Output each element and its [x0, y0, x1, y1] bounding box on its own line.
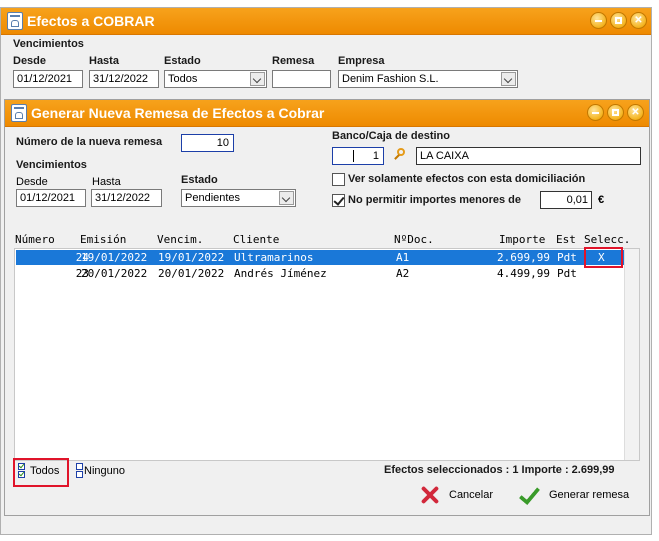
cell-est: Pdt — [557, 251, 577, 264]
efectos-table[interactable]: 24 19/01/2022 19/01/2022 Ultramarinos A1… — [14, 248, 640, 461]
cell-ndoc: A1 — [396, 251, 410, 264]
generar-remesa-titlebar[interactable]: Generar Nueva Remesa de Efectos a Cobrar… — [5, 100, 649, 127]
chevron-down-icon[interactable] — [250, 72, 265, 86]
numero-remesa-field[interactable]: 10 — [181, 134, 234, 152]
col-header-importe[interactable]: Importe — [499, 233, 545, 246]
back-estado-value: Todos — [168, 73, 198, 85]
no-permitir-value: 0,01 — [566, 194, 588, 206]
estado-select[interactable]: Pendientes — [181, 189, 296, 207]
currency-symbol: € — [598, 194, 605, 206]
vencimientos-label: Vencimientos — [16, 159, 87, 171]
cancel-icon[interactable] — [419, 484, 441, 506]
table-row[interactable]: 24 19/01/2022 19/01/2022 Ultramarinos A1… — [16, 250, 625, 265]
cell-cliente: Andrés Jíménez — [234, 267, 327, 280]
numero-remesa-label: Número de la nueva remesa — [16, 136, 163, 148]
col-header-emision[interactable]: Emisión — [80, 233, 126, 246]
maximize-icon[interactable] — [610, 12, 627, 29]
table-row[interactable]: 23 20/01/2022 20/01/2022 Andrés Jíménez … — [16, 266, 625, 281]
summary-text: Efectos seleccionados : 1 Importe : 2.69… — [384, 464, 615, 476]
selecc-highlight-box — [584, 247, 623, 268]
desde-label: Desde — [16, 176, 48, 188]
cell-cliente: Ultramarinos — [234, 251, 314, 264]
back-remesa-field[interactable] — [272, 70, 331, 88]
minimize-icon[interactable] — [590, 12, 607, 29]
close-icon[interactable]: ✕ — [630, 12, 647, 29]
back-estado-select[interactable]: Todos — [164, 70, 267, 88]
no-permitir-field[interactable]: 0,01 — [540, 191, 592, 209]
back-empresa-value: Denim Fashion S.L. — [342, 73, 439, 85]
estado-value: Pendientes — [185, 192, 241, 204]
back-remesa-label: Remesa — [272, 55, 315, 67]
table-scrollbar[interactable] — [624, 249, 639, 460]
generar-remesa-title: Generar Nueva Remesa de Efectos a Cobrar — [31, 105, 325, 121]
banco-code-field[interactable]: 1 — [332, 147, 384, 165]
no-permitir-checkbox[interactable] — [332, 194, 345, 207]
ninguno-button[interactable]: Ninguno — [84, 465, 125, 477]
calendar-app-icon — [11, 104, 27, 122]
banco-code-value: 1 — [372, 150, 379, 162]
back-hasta-label: Hasta — [89, 55, 119, 67]
col-header-ndoc[interactable]: NºDoc. — [394, 233, 434, 246]
search-icon[interactable] — [392, 147, 408, 163]
cell-emision: 19/01/2022 — [81, 251, 148, 264]
todos-button[interactable]: Todos — [30, 465, 59, 477]
back-empresa-label: Empresa — [338, 55, 385, 67]
cell-vencim: 19/01/2022 — [158, 251, 225, 264]
numero-remesa-value: 10 — [216, 137, 229, 149]
col-header-selecc[interactable]: Selecc. — [584, 233, 630, 246]
desde-field[interactable]: 01/12/2021 — [16, 189, 86, 207]
cell-emision: 20/01/2022 — [81, 267, 148, 280]
back-estado-label: Estado — [164, 55, 201, 67]
col-header-numero[interactable]: Número — [15, 233, 55, 246]
col-header-cliente[interactable]: Cliente — [233, 233, 279, 246]
ninguno-uncheckall-icon[interactable] — [76, 463, 84, 479]
efectos-cobrar-titlebar[interactable]: Efectos a COBRAR ✕ — [1, 8, 651, 35]
check-icon[interactable] — [517, 484, 539, 506]
ver-solamente-label[interactable]: Ver solamente efectos con esta domicilia… — [348, 173, 585, 185]
back-empresa-select[interactable]: Denim Fashion S.L. — [338, 70, 518, 88]
chevron-down-icon[interactable] — [501, 72, 516, 86]
estado-label: Estado — [181, 174, 218, 186]
chevron-down-icon[interactable] — [279, 191, 294, 205]
cell-est: Pdt — [557, 267, 577, 280]
no-permitir-label[interactable]: No permitir importes menores de — [348, 194, 521, 206]
calendar-app-icon — [7, 12, 23, 30]
back-desde-label: Desde — [13, 55, 47, 67]
col-header-vencim[interactable]: Vencim. — [157, 233, 203, 246]
back-desde-field[interactable]: 01/12/2021 — [13, 70, 83, 88]
minimize-icon[interactable] — [587, 104, 604, 121]
cell-ndoc: A2 — [396, 267, 410, 280]
back-vencimientos-label: Vencimientos — [13, 38, 84, 50]
cell-vencim: 20/01/2022 — [158, 267, 225, 280]
generate-button[interactable]: Generar remesa — [549, 489, 629, 501]
banco-name-field: LA CAIXA — [416, 147, 641, 165]
hasta-label: Hasta — [92, 176, 121, 188]
back-hasta-field[interactable]: 31/12/2022 — [89, 70, 159, 88]
cancel-button[interactable]: Cancelar — [449, 489, 493, 501]
text-cursor — [353, 150, 354, 162]
efectos-cobrar-title: Efectos a COBRAR — [27, 13, 155, 29]
todos-checkall-icon[interactable] — [18, 462, 26, 479]
cell-importe: 2.699,99 — [497, 251, 550, 264]
col-header-est[interactable]: Est — [556, 233, 576, 246]
cell-importe: 4.499,99 — [497, 267, 550, 280]
close-icon[interactable]: ✕ — [627, 104, 644, 121]
maximize-icon[interactable] — [607, 104, 624, 121]
hasta-field[interactable]: 31/12/2022 — [91, 189, 162, 207]
banco-label: Banco/Caja de destino — [332, 130, 450, 142]
ver-solamente-checkbox[interactable] — [332, 173, 345, 186]
